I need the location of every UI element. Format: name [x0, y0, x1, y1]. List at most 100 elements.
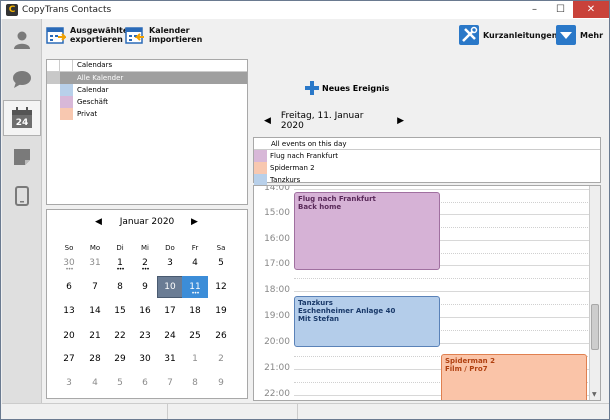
calendar-day[interactable]: 21: [82, 325, 108, 347]
event-tanzkurs[interactable]: Tanzkurs Eschenheimer Anlage 40 Mit Stef…: [294, 296, 440, 347]
calendar-day-number: 4: [92, 378, 98, 388]
event-list-item[interactable]: Flug nach Frankfurt: [254, 150, 600, 162]
calendar-day[interactable]: 8: [107, 276, 133, 298]
sidebar-item-messages[interactable]: [2, 61, 42, 97]
calendar-day[interactable]: 29: [107, 348, 133, 370]
calendar-day[interactable]: 1 •••: [107, 252, 133, 274]
event-color-swatch: [254, 150, 267, 162]
calendar-day[interactable]: 31: [157, 348, 183, 370]
all-events-header: All events on this day: [254, 138, 600, 150]
event-list-item[interactable]: Spiderman 2: [254, 162, 600, 174]
calendar-day[interactable]: 6: [132, 372, 158, 394]
calendar-day[interactable]: 23: [132, 325, 158, 347]
calendar-day[interactable]: 9: [132, 276, 158, 298]
calendar-day[interactable]: 15: [107, 300, 133, 322]
next-day-button[interactable]: ▶: [397, 116, 404, 126]
calendar-day[interactable]: 16: [132, 300, 158, 322]
calendar-day[interactable]: 9: [208, 372, 234, 394]
calendars-header-label: Calendars: [77, 61, 113, 69]
sidebar-item-calendar[interactable]: 24: [3, 100, 41, 136]
calendar-item-all[interactable]: Alle Kalender: [47, 72, 247, 84]
calendar-day[interactable]: 20: [56, 325, 82, 347]
calendar-day-number: 5: [117, 378, 123, 388]
hour-line: [294, 291, 590, 292]
calendar-day-number: 29: [114, 354, 126, 364]
calendar-day-number: 22: [114, 331, 126, 341]
calendar-day[interactable]: 11 •••: [182, 276, 208, 298]
event-title: Tanzkurs: [298, 299, 333, 307]
new-event-button[interactable]: Neues Ereignis: [305, 81, 389, 95]
weekday-label: Mi: [141, 244, 149, 252]
calendar-day[interactable]: 19: [208, 300, 234, 322]
calendar-day[interactable]: 13: [56, 300, 82, 322]
calendar-day[interactable]: 3: [56, 372, 82, 394]
more-button[interactable]: Mehr: [556, 25, 603, 45]
calendar-day[interactable]: 26: [208, 325, 234, 347]
import-button[interactable]: Kalender importieren: [125, 25, 209, 45]
calendar-item-geschaeft[interactable]: Geschäft: [47, 96, 247, 108]
event-detail: Back home: [298, 203, 342, 211]
day-title: Freitag, 11. Januar 2020: [280, 111, 364, 131]
calendar-day[interactable]: 8: [182, 372, 208, 394]
time-label: 19:00: [264, 311, 290, 321]
app-logo-icon: C: [6, 4, 18, 16]
event-dots-indicator: •••: [191, 290, 200, 297]
calendar-day[interactable]: 7: [82, 276, 108, 298]
calendar-day[interactable]: 22: [107, 325, 133, 347]
calendar-day[interactable]: 30: [132, 348, 158, 370]
calendar-day-number: 17: [164, 306, 176, 316]
sidebar-item-contacts[interactable]: [2, 22, 42, 58]
calendar-day[interactable]: 2: [208, 348, 234, 370]
calendar-day-number: 13: [63, 306, 75, 316]
calendar-day[interactable]: 3: [157, 252, 183, 274]
calendar-day[interactable]: 18: [182, 300, 208, 322]
calendar-item-label: Geschäft: [77, 98, 109, 106]
calendar-item-calendar[interactable]: Calendar: [47, 84, 247, 96]
hour-line: [294, 189, 590, 190]
prev-day-button[interactable]: ◀: [264, 116, 271, 126]
calendar-day[interactable]: 12: [208, 276, 234, 298]
event-list-label: Flug nach Frankfurt: [270, 152, 339, 160]
calendar-day-number: 20: [63, 331, 75, 341]
import-label: Kalender importieren: [149, 26, 203, 44]
maximize-button[interactable]: ☐: [548, 1, 573, 18]
calendar-day-number: 27: [63, 354, 75, 364]
calendar-day-number: 8: [192, 378, 198, 388]
calendar-day[interactable]: 7: [157, 372, 183, 394]
calendar-day[interactable]: 25: [182, 325, 208, 347]
sidebar-item-notes[interactable]: [2, 139, 42, 175]
calendar-day[interactable]: 27: [56, 348, 82, 370]
event-spiderman-2[interactable]: Spiderman 2 Film / Pro7: [441, 354, 587, 400]
calendar-day[interactable]: 1: [182, 348, 208, 370]
calendar-day[interactable]: 5: [208, 252, 234, 274]
calendar-item-privat[interactable]: Privat: [47, 108, 247, 120]
schedule-scrollbar[interactable]: ▼: [589, 186, 600, 400]
calendar-day-number: 31: [89, 258, 101, 268]
scroll-down-icon[interactable]: ▼: [592, 391, 597, 398]
event-flug-nach-frankfurt[interactable]: Flug nach Frankfurt Back home: [294, 192, 440, 270]
calendar-day[interactable]: 17: [157, 300, 183, 322]
guides-button[interactable]: Kurzanleitungen: [459, 25, 557, 45]
time-label: 22:00: [264, 389, 290, 399]
scrollbar-thumb[interactable]: [591, 304, 599, 350]
calendar-day-number: 24: [164, 331, 176, 341]
calendar-day[interactable]: 31: [82, 252, 108, 274]
calendar-day[interactable]: 24: [157, 325, 183, 347]
sidebar-item-device[interactable]: [2, 178, 42, 214]
calendar-day[interactable]: 10: [157, 276, 183, 298]
calendar-day[interactable]: 28: [82, 348, 108, 370]
calendar-day[interactable]: 4: [182, 252, 208, 274]
minimize-button[interactable]: –: [522, 1, 547, 18]
calendar-day[interactable]: 30 •••: [56, 252, 82, 274]
event-dots-indicator: •••: [141, 266, 150, 273]
next-month-button[interactable]: ▶: [191, 217, 198, 227]
calendar-day[interactable]: 5: [107, 372, 133, 394]
calendar-day[interactable]: 14: [82, 300, 108, 322]
calendar-day-number: 8: [117, 282, 123, 292]
calendar-day[interactable]: 4: [82, 372, 108, 394]
chat-bubble-icon: [13, 71, 31, 88]
event-list-label: Tanzkurs: [270, 176, 301, 184]
calendar-day[interactable]: 6: [56, 276, 82, 298]
calendar-day[interactable]: 2 •••: [132, 252, 158, 274]
close-button[interactable]: ✕: [573, 1, 609, 18]
